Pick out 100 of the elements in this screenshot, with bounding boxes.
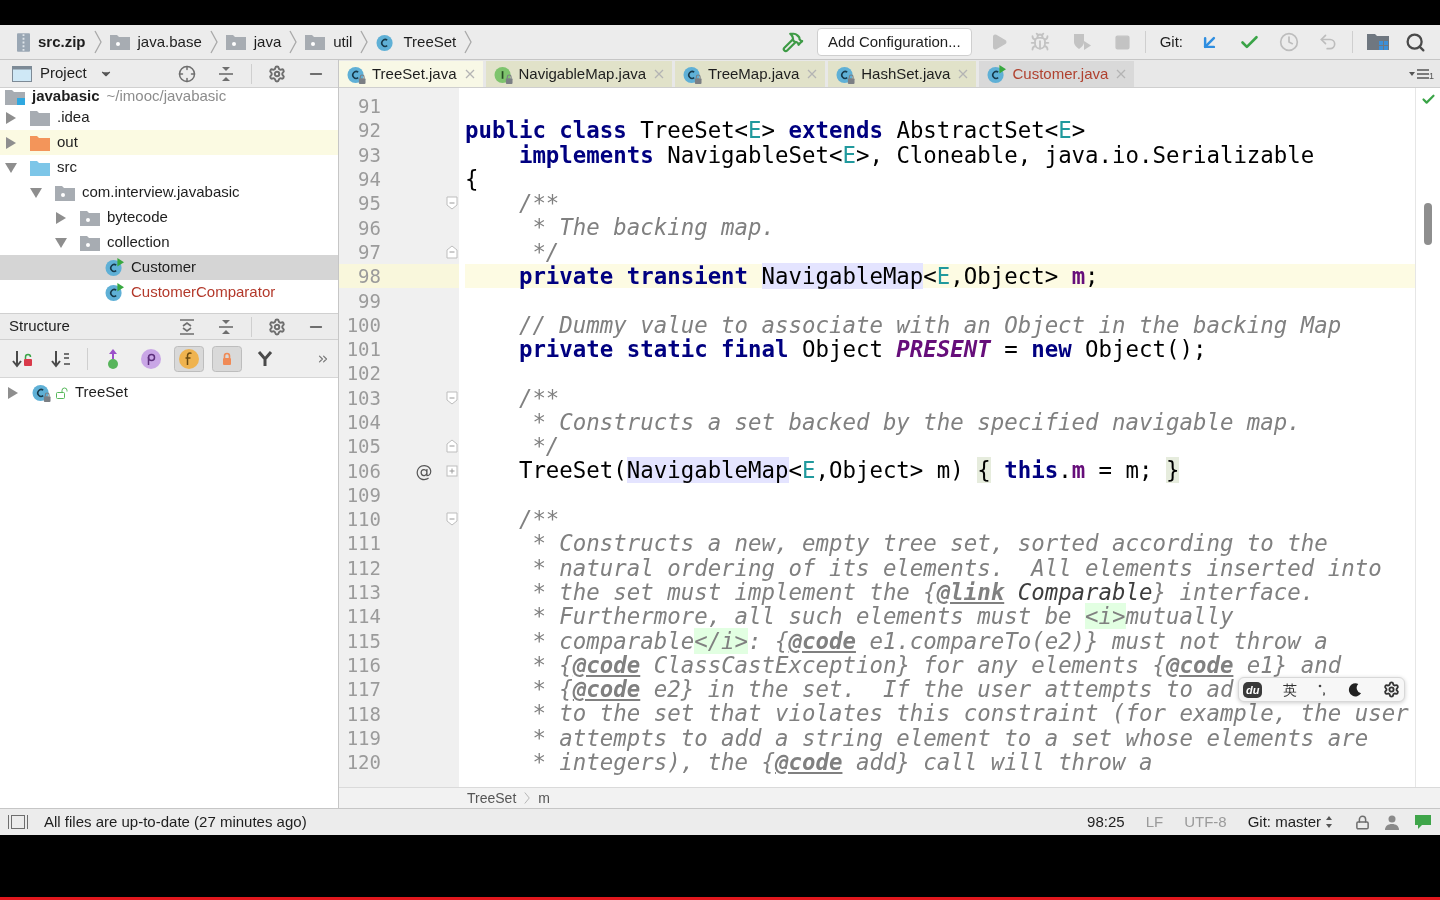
fold-marker-icon[interactable] — [446, 390, 458, 405]
tree-item[interactable]: Customer — [0, 255, 338, 280]
folder-icon — [5, 88, 25, 105]
tree-item[interactable]: CustomerComparator — [0, 280, 338, 305]
check-icon[interactable] — [1420, 92, 1436, 107]
folder-icon — [109, 34, 130, 50]
breadcrumb-item[interactable]: util — [305, 29, 353, 55]
breadcrumb-item[interactable]: java — [225, 29, 282, 55]
line-number: 103 — [345, 385, 381, 410]
caret-position[interactable]: 98:25 — [1087, 810, 1125, 834]
tree-item[interactable]: .idea — [0, 105, 338, 130]
editor-tab[interactable]: HashSet.java — [828, 61, 977, 87]
zip-file-icon — [17, 32, 30, 52]
fold-marker-icon[interactable] — [446, 463, 458, 478]
tree-item[interactable]: com.interview.javabasic — [0, 180, 338, 205]
caret-down-icon[interactable] — [30, 186, 42, 199]
caret-down-icon[interactable] — [55, 236, 67, 249]
moon-icon[interactable] — [1347, 682, 1363, 697]
collapse-all-icon[interactable] — [217, 64, 235, 83]
person-icon[interactable] — [1384, 814, 1400, 830]
code-line: public class TreeSet<E> extends AbstractSet<E> — [465, 118, 1086, 143]
project-path: ~/imooc/javabasic — [106, 88, 227, 107]
line-number: 96 — [357, 215, 381, 240]
git-label: Git: — [1159, 31, 1183, 52]
run-configuration-button[interactable]: Add Configuration... — [817, 28, 972, 56]
code-line: * The backing map. — [532, 215, 776, 240]
language-toggle[interactable]: 英 — [1283, 680, 1298, 699]
tree-item[interactable]: bytecode — [0, 205, 338, 230]
code-line: implements NavigableSet<E>, Cloneable, java.io.Serializable — [518, 142, 1315, 167]
caret-right-icon[interactable] — [55, 211, 67, 224]
line-number: 95 — [357, 191, 381, 216]
breadcrumb-item[interactable]: src.zip — [17, 29, 86, 55]
updown-arrows-icon — [1325, 815, 1333, 829]
line-number: 115 — [345, 628, 381, 653]
caret-right-icon[interactable] — [5, 111, 17, 124]
folder-icon — [30, 159, 50, 176]
tree-item[interactable]: src — [0, 155, 338, 180]
breadcrumb-item[interactable]: m — [538, 787, 550, 809]
fold-marker-icon[interactable] — [446, 244, 458, 259]
speech-bubble-icon[interactable] — [1414, 814, 1432, 830]
fold-marker-icon[interactable] — [446, 196, 458, 211]
line-number: 92 — [357, 118, 381, 143]
ime-logo[interactable]: du — [1243, 681, 1263, 698]
line-number: 117 — [345, 677, 381, 702]
line-number: 118 — [345, 701, 381, 726]
status-message: All files are up-to-date (27 minutes ago) — [44, 811, 307, 832]
line-number: 94 — [357, 167, 381, 192]
folder-icon — [80, 234, 100, 251]
code-line: */ — [532, 434, 560, 459]
caret-down-icon[interactable] — [5, 161, 17, 174]
chevron-right-icon — [209, 30, 218, 54]
fold-marker-icon[interactable] — [446, 439, 458, 454]
line-number: 98 — [357, 264, 381, 289]
editor-tab[interactable]: TreeSet.java — [339, 61, 483, 87]
search-icon[interactable] — [1405, 31, 1426, 53]
tree-item[interactable]: TreeSet — [0, 380, 338, 405]
folder-icon — [55, 184, 75, 201]
editor-tab[interactable]: Customer.java — [979, 61, 1135, 87]
settings-icon[interactable] — [1382, 681, 1400, 698]
breadcrumb-item[interactable]: TreeSet — [376, 29, 457, 55]
line-number: 106 — [345, 458, 381, 483]
folder-grid-icon[interactable] — [1367, 32, 1389, 52]
tree-item[interactable]: collection — [0, 230, 338, 255]
lock-icon[interactable] — [1355, 814, 1370, 830]
line-number: 100 — [345, 312, 381, 337]
line-number: 109 — [345, 482, 381, 507]
editor-tab[interactable]: NavigableMap.java — [485, 61, 673, 87]
tab-list-button[interactable]: 1 — [1409, 61, 1434, 87]
code-line: /** — [518, 385, 560, 410]
crosshair-icon[interactable] — [178, 64, 196, 83]
tree-item[interactable]: out — [0, 130, 338, 155]
gutter-marker[interactable]: @ — [415, 460, 433, 481]
collapse-all-icon[interactable] — [217, 317, 235, 336]
expand-all-icon[interactable] — [178, 317, 196, 336]
line-number: 120 — [345, 750, 381, 775]
scrollbar-thumb[interactable] — [1424, 203, 1432, 245]
view-selector[interactable]: Project — [12, 62, 113, 85]
punctuation-icon[interactable] — [1318, 683, 1327, 696]
fold-marker-icon[interactable] — [446, 512, 458, 527]
vcs-branch[interactable]: Git: master — [1247, 810, 1333, 834]
editor-tab[interactable]: TreeMap.java — [675, 61, 826, 87]
breadcrumb-item[interactable]: TreeSet — [467, 787, 517, 809]
code-line: // Dummy value to associate with an Object in the backing Map — [518, 312, 1342, 337]
line-number: 101 — [345, 337, 381, 362]
panel-toggle-icon[interactable] — [8, 815, 28, 829]
hammer-icon[interactable] — [782, 31, 805, 53]
close-icon[interactable] — [464, 69, 475, 79]
lock-icon[interactable] — [212, 345, 242, 372]
line-number: 113 — [345, 580, 381, 605]
line-number: 105 — [345, 434, 381, 459]
code-line: * Furthermore, all such elements must be <i>mutually — [532, 604, 1234, 629]
breadcrumb-item[interactable]: java.base — [109, 29, 202, 55]
caret-right-icon[interactable] — [5, 136, 17, 149]
code-line: * {@code e2} in the set. If the user attempts to ad — [532, 677, 1234, 702]
folder-icon — [80, 209, 100, 226]
tree-item[interactable]: javabasic ~/imooc/javabasic — [0, 88, 338, 105]
chevron-right-icon — [360, 30, 369, 54]
caret-right-icon[interactable] — [7, 386, 19, 399]
folder-icon — [305, 34, 326, 50]
tab-list-icon — [1409, 68, 1429, 80]
